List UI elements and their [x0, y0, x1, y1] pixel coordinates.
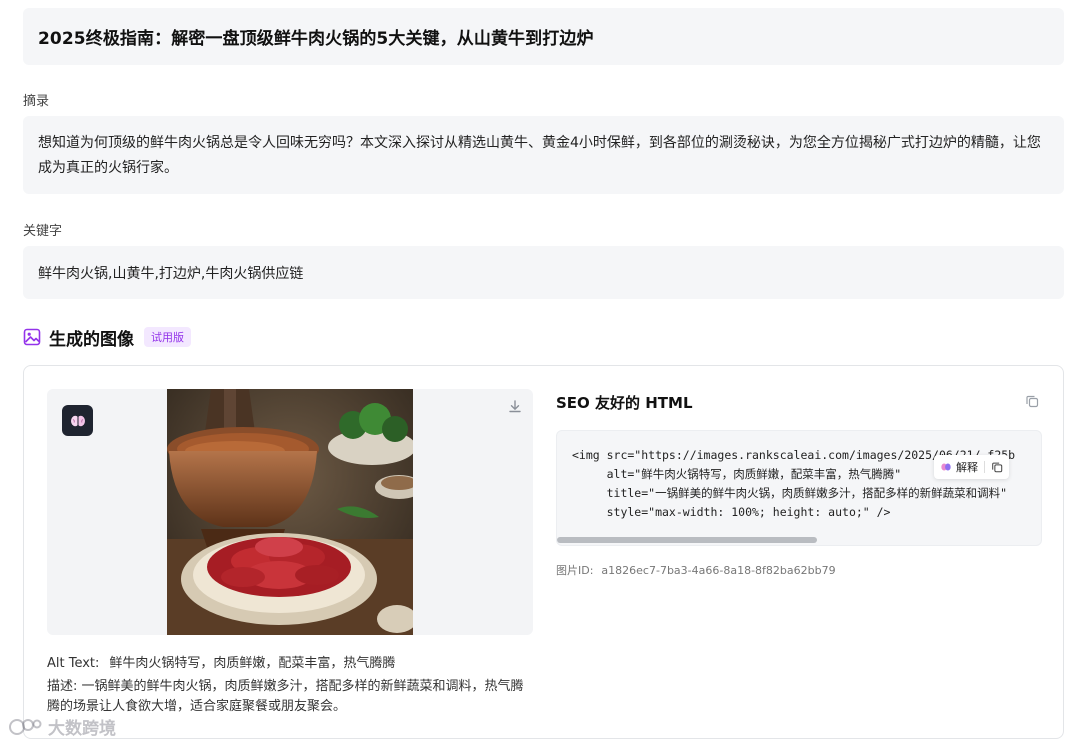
- image-id-value: a1826ec7-7ba3-4a66-8a18-8f82ba62bb79: [601, 564, 836, 577]
- article-title-box: 2025终极指南：解密一盘顶级鲜牛肉火锅的5大关键，从山黄牛到打边炉: [23, 8, 1064, 65]
- watermark-logo-icon: [9, 718, 42, 735]
- explain-button[interactable]: 解释: [956, 459, 978, 475]
- code-line: style="max-width: 100%; height: auto;" /…: [572, 505, 891, 519]
- watermark-text: 大数跨境: [48, 719, 116, 739]
- description-value: 一锅鲜美的鲜牛肉火锅，肉质鲜嫩多汁，搭配多样的新鲜蔬菜和调料，热气腾腾的场景让人…: [47, 679, 524, 714]
- abstract-box: 想知道为何顶级的鲜牛肉火锅总是令人回味无穷吗？本文深入探讨从精选山黄牛、黄金4小…: [23, 116, 1064, 194]
- article-title: 2025终极指南：解密一盘顶级鲜牛肉火锅的5大关键，从山黄牛到打边炉: [38, 29, 594, 49]
- alt-text-label: Alt Text:: [47, 656, 100, 671]
- image-icon: [23, 328, 41, 346]
- hotpot-photo: [167, 389, 413, 635]
- alt-text-value: 鲜牛肉火锅特写，肉质鲜嫩，配菜丰富，热气腾腾: [109, 656, 396, 671]
- seo-html-title: SEO 友好的 HTML: [556, 394, 693, 412]
- trial-badge: 试用版: [144, 327, 191, 347]
- keywords-label: 关键字: [23, 224, 63, 239]
- description-label: 描述:: [47, 679, 78, 694]
- explain-popover: 解释: [934, 455, 1009, 479]
- copy-icon[interactable]: [1025, 394, 1039, 408]
- brain-icon: [941, 463, 951, 471]
- divider: [984, 461, 985, 473]
- generated-images-header: 生成的图像 试用版: [23, 325, 191, 350]
- watermark: 大数跨境: [8, 714, 116, 739]
- brain-icon: [70, 415, 85, 426]
- horizontal-scrollbar[interactable]: [557, 537, 817, 543]
- copy-icon[interactable]: [991, 461, 1003, 473]
- brain-button[interactable]: [62, 405, 93, 436]
- abstract-label: 摘录: [23, 94, 50, 109]
- description-row: 描述: 一锅鲜美的鲜牛肉火锅，肉质鲜嫩多汁，搭配多样的新鲜蔬菜和调料，热气腾腾的…: [47, 677, 527, 717]
- image-id-row: 图片ID: a1826ec7-7ba3-4a66-8a18-8f82ba62bb7…: [556, 562, 836, 578]
- download-icon[interactable]: [507, 399, 523, 415]
- generated-image-card: Alt Text: 鲜牛肉火锅特写，肉质鲜嫩，配菜丰富，热气腾腾 描述: 一锅鲜美…: [23, 365, 1064, 739]
- image-preview-panel: [47, 389, 533, 635]
- keywords-text: 鲜牛肉火锅,山黄牛,打边炉,牛肉火锅供应链: [38, 265, 304, 282]
- keywords-box: 鲜牛肉火锅,山黄牛,打边炉,牛肉火锅供应链: [23, 246, 1064, 299]
- image-id-label: 图片ID:: [556, 564, 594, 577]
- section-title: 生成的图像: [49, 329, 134, 350]
- code-line: title="一锅鲜美的鲜牛肉火锅，肉质鲜嫩多汁，搭配多样的新鲜蔬菜和调料": [572, 486, 1008, 500]
- alt-text-row: Alt Text: 鲜牛肉火锅特写，肉质鲜嫩，配菜丰富，热气腾腾: [47, 652, 395, 671]
- html-code-box[interactable]: <img src="https://images.rankscaleai.com…: [556, 430, 1042, 546]
- abstract-text: 想知道为何顶级的鲜牛肉火锅总是令人回味无穷吗？本文深入探讨从精选山黄牛、黄金4小…: [38, 135, 1041, 176]
